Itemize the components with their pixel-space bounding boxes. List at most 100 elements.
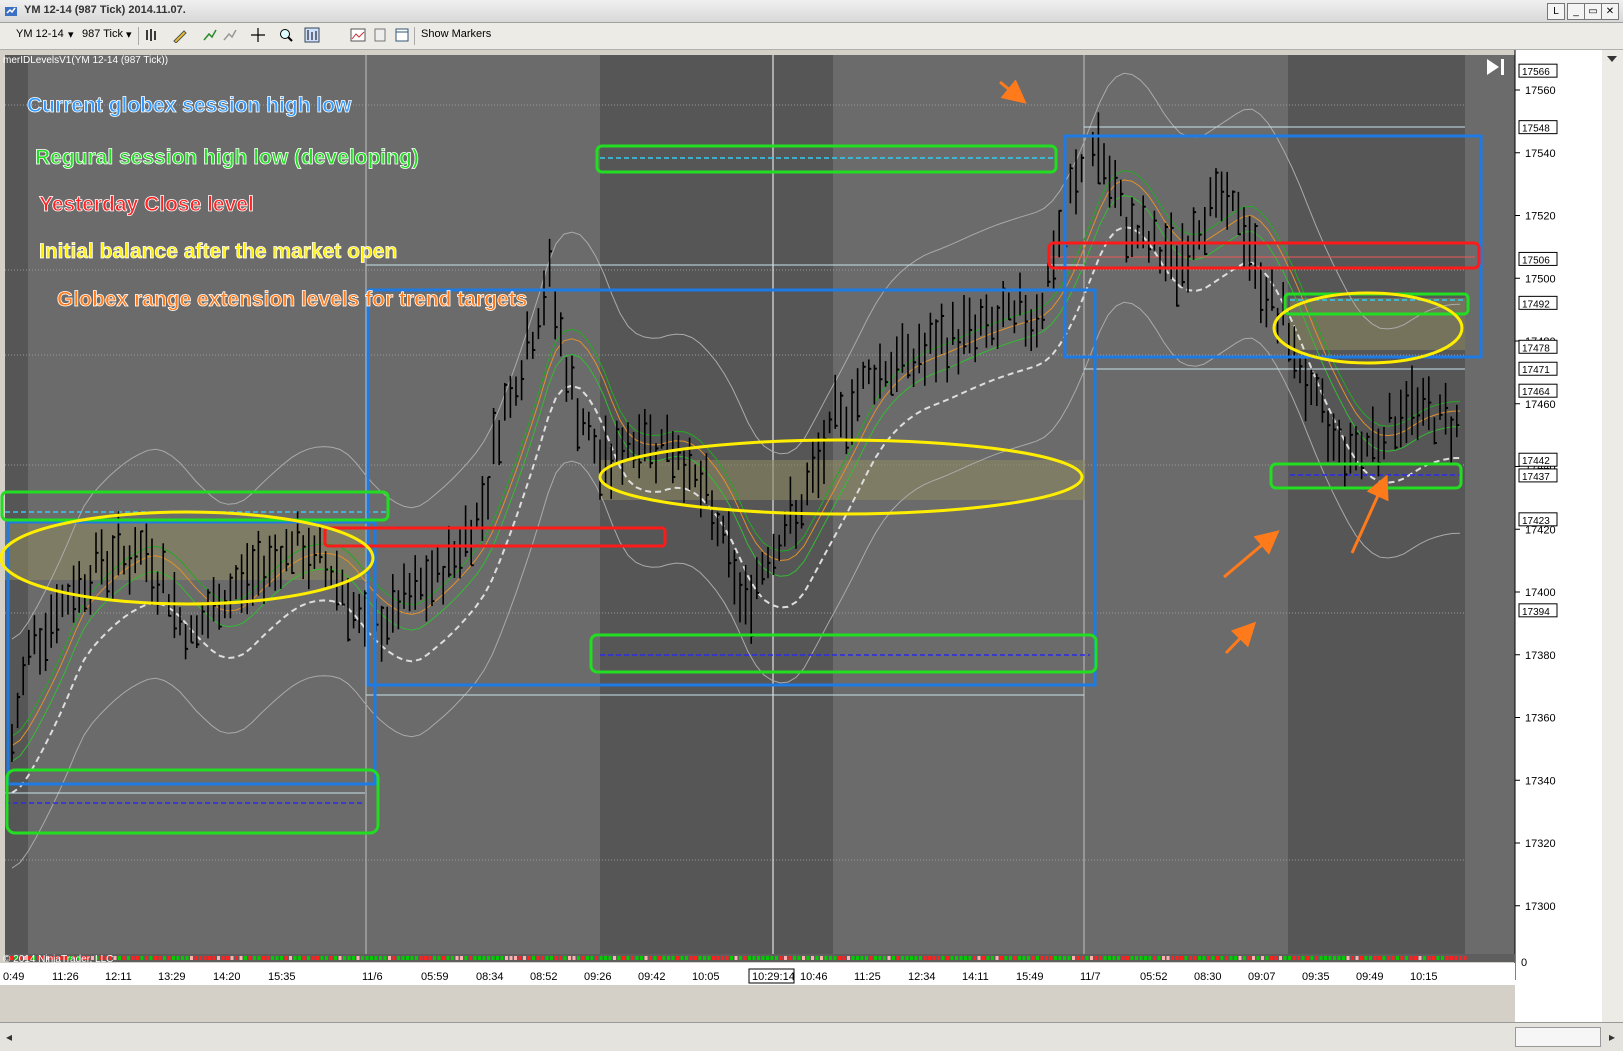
volume-tick <box>887 956 891 960</box>
volume-tick <box>1112 956 1116 960</box>
volume-tick <box>1036 956 1039 960</box>
volume-tick <box>815 956 819 960</box>
chart-panel[interactable]: Current globex session high low Regural … <box>0 50 1623 1022</box>
volume-tick <box>397 956 400 960</box>
volume-tick <box>1355 956 1359 960</box>
l-button[interactable]: L <box>1547 3 1565 20</box>
volume-tick <box>1441 956 1444 960</box>
volume-tick <box>1049 956 1053 960</box>
volume-tick <box>1166 956 1170 960</box>
scroll-left-icon[interactable]: ◂ <box>2 1028 16 1046</box>
instrument-dropdown-icon[interactable]: ▾ <box>68 28 74 41</box>
volume-tick <box>469 956 472 960</box>
volume-tick <box>536 956 540 960</box>
y-axis-tick-label: 17340 <box>1525 775 1556 787</box>
volume-tick <box>1054 956 1057 960</box>
volume-tick <box>122 956 126 960</box>
x-axis-label: 09:42 <box>638 971 666 983</box>
chart-image-icon[interactable] <box>350 27 366 43</box>
volume-tick <box>1085 956 1089 960</box>
horizontal-scrollbar[interactable]: ◂ ▸ <box>0 1022 1623 1051</box>
volume-tick <box>559 956 562 960</box>
volume-tick <box>1004 956 1008 960</box>
volume-tick <box>1090 956 1093 960</box>
volume-tick <box>437 956 441 960</box>
instrument-selector[interactable]: YM 12-14 <box>16 28 64 40</box>
volume-tick <box>1121 956 1125 960</box>
data-box-icon[interactable] <box>372 27 388 43</box>
volume-tick <box>829 956 832 960</box>
volume-tick <box>262 956 265 960</box>
x-axis-label: 09:26 <box>584 971 612 983</box>
volume-tick <box>1391 956 1395 960</box>
vertical-scrollbar[interactable] <box>1602 50 1623 1022</box>
volume-tick <box>1445 956 1449 960</box>
volume-tick <box>1103 956 1107 960</box>
session-band <box>1288 55 1465 962</box>
volume-tick <box>518 956 522 960</box>
volume-tick <box>1108 956 1111 960</box>
interval-dropdown-icon[interactable]: ▾ <box>126 28 132 41</box>
volume-tick <box>478 956 481 960</box>
volume-tick <box>604 956 607 960</box>
volume-tick <box>1369 956 1372 960</box>
volume-tick <box>608 956 612 960</box>
volume-tick <box>1099 956 1102 960</box>
strategy-icon[interactable] <box>222 27 238 43</box>
volume-tick <box>221 956 225 960</box>
volume-tick <box>1279 956 1282 960</box>
volume-tick <box>491 956 495 960</box>
volume-tick <box>1184 956 1188 960</box>
x-axis-label: 15:35 <box>268 971 296 983</box>
volume-tick <box>626 956 630 960</box>
scroll-right-icon[interactable]: ▸ <box>1605 1028 1619 1046</box>
volume-tick <box>779 956 783 960</box>
annotation-initial-balance: Initial balance after the market open <box>39 240 397 263</box>
volume-tick <box>154 956 157 960</box>
volume-tick <box>653 956 657 960</box>
volume-tick <box>158 956 162 960</box>
template-icon[interactable] <box>394 27 410 43</box>
volume-tick <box>379 956 382 960</box>
indicator-icon[interactable] <box>202 27 218 43</box>
volume-tick <box>725 956 729 960</box>
volume-tick <box>1058 956 1062 960</box>
volume-tick <box>865 956 868 960</box>
volume-tick <box>1216 956 1219 960</box>
volume-tick <box>1094 956 1098 960</box>
volume-tick <box>581 956 585 960</box>
volume-tick <box>1364 956 1368 960</box>
x-axis-label: 05:52 <box>1140 971 1168 983</box>
volume-tick <box>1009 956 1012 960</box>
crosshair-icon[interactable] <box>250 27 266 43</box>
volume-tick <box>1301 956 1305 960</box>
volume-tick <box>401 956 405 960</box>
show-markers-button[interactable]: Show Markers <box>421 28 491 40</box>
volume-tick <box>545 956 549 960</box>
volume-tick <box>892 956 895 960</box>
bar-type-icon[interactable] <box>144 27 160 43</box>
restore-button[interactable]: ▭ <box>1584 3 1602 20</box>
volume-tick <box>334 956 337 960</box>
volume-tick <box>163 956 166 960</box>
price-chart[interactable]: Current globex session high low Regural … <box>0 50 1623 1022</box>
zoom-icon[interactable] <box>278 27 294 43</box>
volume-tick <box>1288 956 1291 960</box>
volume-tick <box>136 956 139 960</box>
toolbar-divider <box>414 27 415 45</box>
volume-tick <box>131 956 135 960</box>
volume-tick <box>1130 956 1134 960</box>
volume-tick <box>1400 956 1404 960</box>
y-axis-tick-label: 17360 <box>1525 713 1556 725</box>
drawing-tool-icon[interactable] <box>172 27 188 43</box>
minimize-button[interactable]: _ <box>1567 3 1585 20</box>
volume-tick <box>406 956 409 960</box>
volume-tick <box>703 956 706 960</box>
close-button[interactable]: ✕ <box>1601 3 1619 20</box>
volume-tick <box>1027 956 1030 960</box>
scrollbar-thumb[interactable] <box>1515 1027 1601 1047</box>
interval-selector[interactable]: 987 Tick <box>82 28 123 40</box>
chart-properties-icon[interactable] <box>304 27 320 43</box>
volume-tick <box>118 956 121 960</box>
volume-tick <box>694 956 697 960</box>
